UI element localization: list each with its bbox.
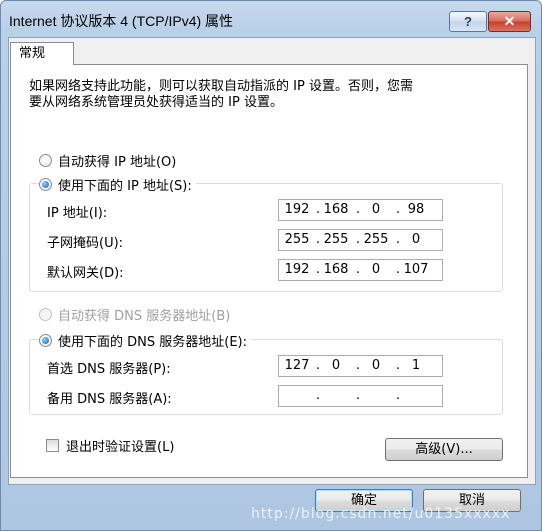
octet-separator: .: [315, 232, 321, 247]
octet: 192: [284, 202, 310, 217]
octet-separator: .: [395, 202, 401, 217]
octet-separator: .: [395, 358, 401, 373]
octet-separator: .: [355, 388, 361, 403]
octet: 192: [284, 262, 310, 277]
octet: 0: [371, 358, 381, 373]
validate-settings-label: 退出时验证设置(L): [66, 440, 175, 455]
octet-separator: .: [395, 262, 401, 277]
alternate-dns-label: 备用 DNS 服务器(A):: [47, 392, 172, 407]
octet: 1: [411, 358, 421, 373]
octet-separator: .: [315, 358, 321, 373]
octet: 255: [284, 232, 310, 247]
octet-separator: .: [395, 232, 401, 247]
default-gateway-label: 默认网关(D):: [47, 266, 124, 281]
auto-dns-radio[interactable]: 自动获得 DNS 服务器地址(B): [39, 305, 235, 324]
checkbox-box: [46, 439, 59, 452]
subnet-mask-input[interactable]: 255 . 255 . 255 . 0: [278, 229, 443, 251]
window-title: Internet 协议版本 4 (TCP/IPv4) 属性: [9, 13, 234, 29]
alternate-dns-input[interactable]: . . .: [278, 385, 443, 407]
manual-dns-label: 使用下面的 DNS 服务器地址(E):: [58, 334, 247, 350]
octet-separator: .: [395, 388, 401, 403]
octet: 0: [371, 262, 381, 277]
auto-ip-label: 自动获得 IP 地址(O): [58, 154, 177, 170]
title-bar[interactable]: Internet 协议版本 4 (TCP/IPv4) 属性 ? ✕: [1, 1, 541, 37]
octet-separator: .: [355, 202, 361, 217]
octet: 0: [371, 202, 381, 217]
validate-settings-checkbox[interactable]: 退出时验证设置(L): [46, 436, 174, 455]
preferred-dns-input[interactable]: 127 . 0 . 0 . 1: [278, 355, 443, 377]
description-text: 如果网络支持此功能，则可以获取自动指派的 IP 设置。否则，您需 要从网络系统管…: [29, 79, 413, 110]
octet-separator: .: [355, 358, 361, 373]
octet: 255: [363, 232, 389, 247]
octet: 0: [331, 358, 341, 373]
octet-separator: .: [315, 262, 321, 277]
octet-separator: .: [355, 262, 361, 277]
help-button[interactable]: ?: [449, 11, 487, 32]
auto-dns-label: 自动获得 DNS 服务器地址(B): [58, 308, 231, 324]
octet: 0: [411, 232, 421, 247]
radio-circle-selected: [39, 333, 52, 347]
octet: 168: [323, 262, 349, 277]
octet: 98: [407, 202, 425, 217]
dialog-window: Internet 协议版本 4 (TCP/IPv4) 属性 ? ✕ 常规 如果网…: [0, 0, 542, 531]
radio-circle-disabled: [39, 307, 52, 321]
ip-address-label: IP 地址(I):: [47, 206, 108, 221]
advanced-button[interactable]: 高级(V)...: [385, 438, 503, 461]
auto-ip-radio[interactable]: 自动获得 IP 地址(O): [39, 151, 181, 170]
manual-ip-radio[interactable]: 使用下面的 IP 地址(S):: [39, 175, 196, 194]
octet-separator: .: [315, 202, 321, 217]
tab-general[interactable]: 常规: [10, 42, 74, 65]
octet: 127: [284, 358, 310, 373]
default-gateway-input[interactable]: 192 . 168 . 0 . 107: [278, 259, 443, 281]
radio-circle-selected: [39, 177, 52, 191]
preferred-dns-label: 首选 DNS 服务器(P):: [47, 362, 171, 377]
ip-address-input[interactable]: 192 . 168 . 0 . 98: [278, 199, 443, 221]
octet: 107: [403, 262, 429, 277]
octet: 255: [323, 232, 349, 247]
watermark-text: http://blog.csdn.net/u0135xxxxx: [251, 506, 511, 522]
octet: 168: [323, 202, 349, 217]
radio-circle: [39, 153, 52, 167]
manual-ip-label: 使用下面的 IP 地址(S):: [58, 178, 192, 194]
close-button[interactable]: ✕: [488, 11, 531, 32]
subnet-mask-label: 子网掩码(U):: [47, 236, 124, 251]
octet-separator: .: [315, 388, 321, 403]
manual-dns-radio[interactable]: 使用下面的 DNS 服务器地址(E):: [39, 331, 251, 350]
octet-separator: .: [355, 232, 361, 247]
